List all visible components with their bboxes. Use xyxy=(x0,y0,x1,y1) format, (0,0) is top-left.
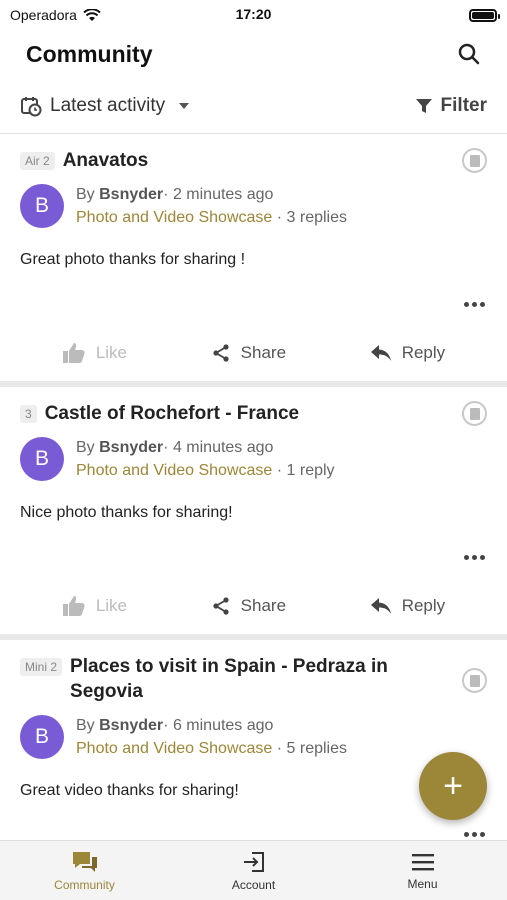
author-name[interactable]: Bsnyder xyxy=(99,439,163,456)
reply-icon xyxy=(370,345,391,361)
reply-button[interactable]: Reply xyxy=(370,596,445,616)
reply-button[interactable]: Reply xyxy=(370,343,445,363)
share-label: Share xyxy=(240,343,287,362)
feed-toolbar: Latest activity Filter xyxy=(0,78,507,134)
tab-label: Account xyxy=(231,877,276,892)
thumbs-up-icon xyxy=(62,596,85,616)
share-button[interactable]: Share xyxy=(211,343,286,363)
sort-label: Latest activity xyxy=(50,94,166,116)
document-icon xyxy=(462,148,487,173)
more-options-icon[interactable] xyxy=(464,832,485,837)
post-time: 4 minutes ago xyxy=(172,439,274,456)
forum-link[interactable]: Photo and Video Showcase xyxy=(76,462,272,479)
tab-label: Menu xyxy=(407,876,438,891)
hamburger-icon xyxy=(411,853,434,870)
post-tag: Mini 2 xyxy=(20,658,63,676)
status-bar: Operadora 17:20 xyxy=(0,0,507,30)
like-button[interactable]: Like xyxy=(62,342,127,364)
tab-menu[interactable]: Menu xyxy=(338,841,507,900)
clock: 17:20 xyxy=(235,6,272,22)
more-options-icon[interactable] xyxy=(464,555,485,560)
sign-in-icon xyxy=(243,851,264,872)
by-label: By xyxy=(76,717,95,734)
reply-count: 3 replies xyxy=(286,209,347,226)
post-time: 2 minutes ago xyxy=(172,186,274,203)
calendar-clock-icon xyxy=(21,96,42,116)
reply-icon xyxy=(370,598,391,614)
tab-label: Community xyxy=(54,877,115,892)
post-body: Nice photo thanks for sharing! xyxy=(20,504,233,521)
reply-count: 1 reply xyxy=(286,462,335,479)
chevron-down-icon xyxy=(179,102,190,109)
post-tag: 3 xyxy=(20,405,37,423)
like-button[interactable]: Like xyxy=(62,595,127,617)
by-label: By xyxy=(76,439,95,456)
wifi-icon xyxy=(83,8,101,21)
reply-label: Reply xyxy=(401,596,446,615)
share-icon xyxy=(213,597,229,615)
avatar[interactable]: B xyxy=(20,715,64,759)
more-options-icon[interactable] xyxy=(464,302,485,307)
author-name[interactable]: Bsnyder xyxy=(99,717,163,734)
new-topic-button[interactable]: + xyxy=(419,752,487,820)
filter-icon xyxy=(415,98,432,113)
like-label: Like xyxy=(95,596,128,615)
like-label: Like xyxy=(95,343,128,362)
carrier-label: Operadora xyxy=(10,7,77,23)
share-button[interactable]: Share xyxy=(211,596,286,616)
thumbs-up-icon xyxy=(62,343,85,363)
share-label: Share xyxy=(240,596,287,615)
forum-link[interactable]: Photo and Video Showcase xyxy=(76,740,272,757)
battery-icon xyxy=(469,8,500,22)
post-title[interactable]: Anavatos xyxy=(63,148,149,173)
avatar[interactable]: B xyxy=(20,184,64,228)
page-title: Community xyxy=(26,40,153,67)
tab-account[interactable]: Account xyxy=(169,841,338,900)
post-body: Great photo thanks for sharing ! xyxy=(20,251,246,268)
post-title[interactable]: Places to visit in Spain - Pedraza in Se… xyxy=(70,654,447,704)
author-name[interactable]: Bsnyder xyxy=(99,186,163,203)
search-icon[interactable] xyxy=(457,42,481,66)
post-title[interactable]: Castle of Rochefort - France xyxy=(45,401,299,426)
reply-label: Reply xyxy=(401,343,446,362)
share-icon xyxy=(213,344,229,362)
document-icon xyxy=(462,401,487,426)
post-feed[interactable]: Air 2 Anavatos B By Bsnyder· 2 minutes a… xyxy=(0,134,507,840)
sort-dropdown[interactable]: Latest activity xyxy=(20,94,190,117)
forum-link[interactable]: Photo and Video Showcase xyxy=(76,209,272,226)
post-card[interactable]: Air 2 Anavatos B By Bsnyder· 2 minutes a… xyxy=(0,134,507,381)
by-label: By xyxy=(76,186,95,203)
document-icon xyxy=(462,668,487,693)
filter-label: Filter xyxy=(440,94,487,116)
app-header: Community xyxy=(0,30,507,78)
post-time: 6 minutes ago xyxy=(172,717,274,734)
avatar[interactable]: B xyxy=(20,437,64,481)
tab-bar: Community Account Menu xyxy=(0,840,507,900)
chat-bubbles-icon xyxy=(72,851,97,872)
post-tag: Air 2 xyxy=(20,152,55,170)
filter-button[interactable]: Filter xyxy=(415,95,487,117)
tab-community[interactable]: Community xyxy=(0,841,169,900)
post-card[interactable]: 3 Castle of Rochefort - France B By Bsny… xyxy=(0,387,507,634)
reply-count: 5 replies xyxy=(286,740,347,757)
post-body: Great video thanks for sharing! xyxy=(20,782,239,799)
